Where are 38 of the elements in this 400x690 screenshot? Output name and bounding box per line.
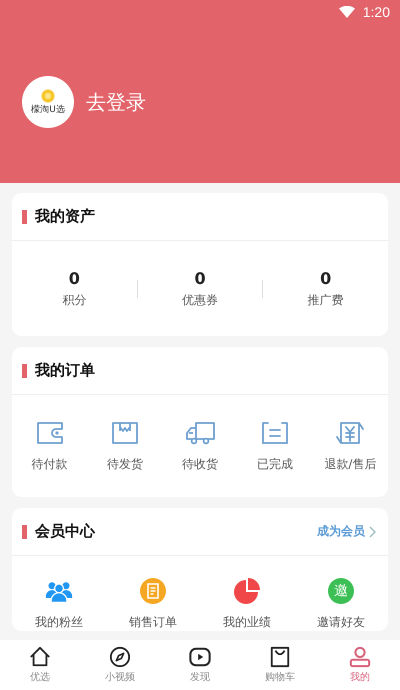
member-item-label[interactable]: 我的粉丝 [35, 614, 83, 631]
invite-icon: 邀 [328, 578, 354, 604]
stat-label: 积分 [62, 292, 86, 308]
compass-icon [109, 646, 131, 668]
member-item-label[interactable]: 我的业绩 [223, 614, 271, 631]
stat-value: 0 [68, 268, 80, 288]
section-title: 我的资产 [35, 207, 96, 226]
stat-value: 0 [320, 268, 332, 288]
truck-icon [184, 420, 216, 446]
yen-icon [334, 420, 366, 446]
chevron-right-icon [369, 526, 376, 538]
order-status-label[interactable]: 待付款 [32, 456, 68, 472]
tab-bar-item[interactable]: 购物车 [240, 646, 320, 684]
tab-bar-item[interactable]: 小视频 [80, 646, 160, 684]
logo-avatar[interactable]: 檬淘U选 [22, 76, 74, 128]
accent-bar [22, 364, 27, 378]
play-icon [189, 646, 211, 668]
stat-value: 0 [194, 268, 206, 288]
order-status-label[interactable]: 退款/售后 [324, 456, 376, 472]
tab-bar-item[interactable]: 我的 [320, 646, 400, 684]
section-title: 我的订单 [35, 361, 96, 380]
order-status-label[interactable]: 待发货 [106, 456, 143, 472]
order-status-label[interactable]: 待收货 [182, 456, 218, 472]
tab-bar-item[interactable]: 发现 [160, 646, 240, 684]
member-item-label[interactable]: 销售订单 [129, 614, 177, 631]
tab-bar-item[interactable]: 优选 [0, 646, 80, 684]
accent-bar [22, 524, 27, 538]
member-item-label[interactable]: 邀请好友 [317, 614, 365, 631]
home-icon [29, 646, 51, 668]
person-icon [349, 646, 371, 668]
status-time: 1:20 [362, 4, 390, 20]
shopping-bag-icon [269, 646, 291, 668]
accent-bar [22, 210, 27, 224]
stat-label: 推广费 [308, 292, 344, 308]
order-status-label[interactable]: 已完成 [257, 456, 294, 472]
wifi-icon [338, 6, 355, 18]
stat-label: 优惠券 [182, 292, 218, 308]
section-title: 会员中心 [35, 522, 96, 541]
